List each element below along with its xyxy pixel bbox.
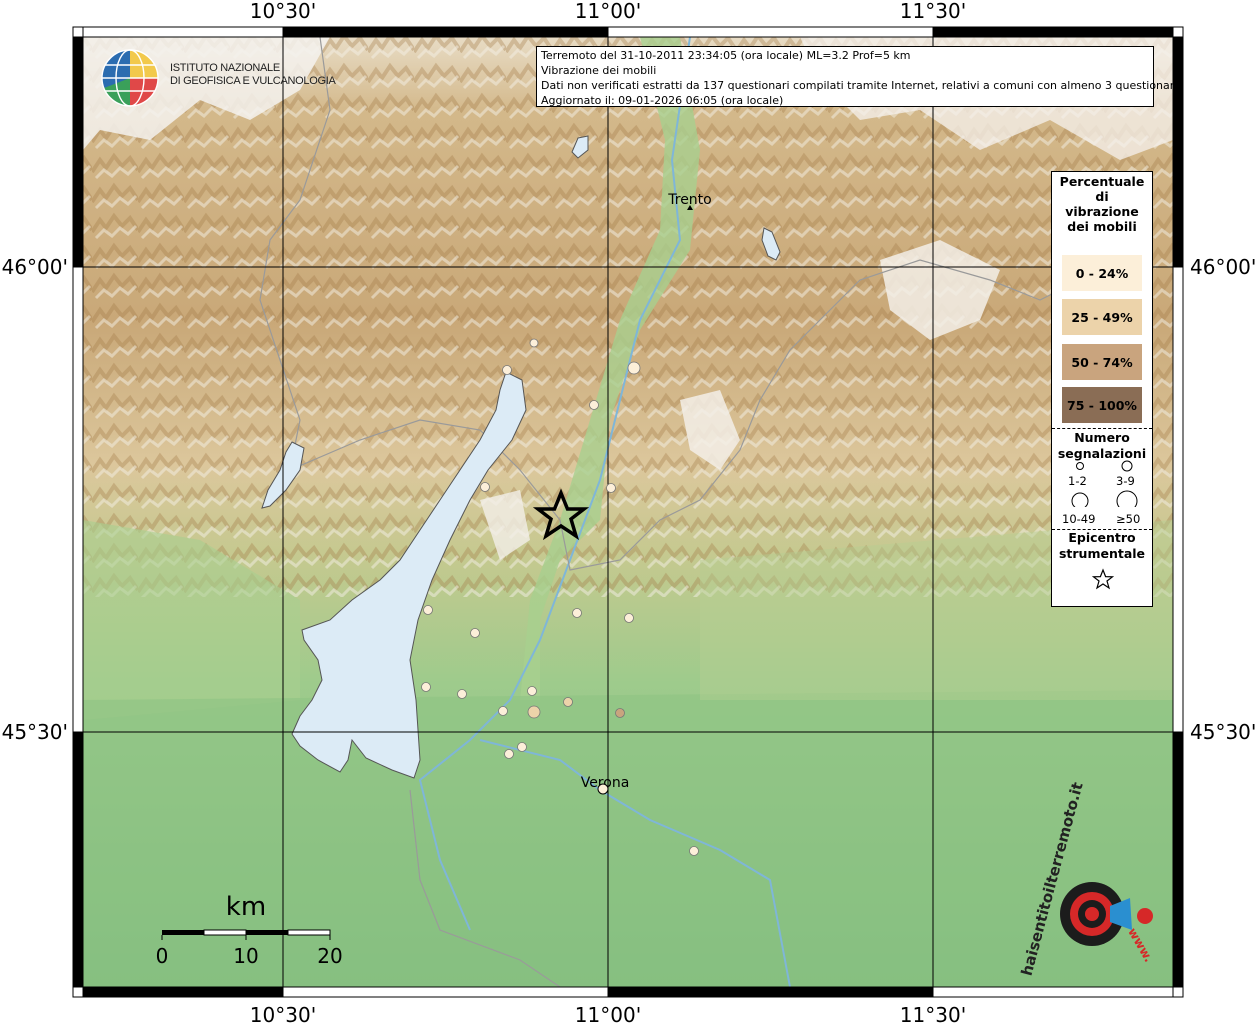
legend-class-2-label: 25 - 49% <box>1071 309 1133 325</box>
observation-marker <box>502 365 512 375</box>
scale-title: km <box>226 892 266 922</box>
lon-tick-top-2: 11°00' <box>575 0 641 23</box>
observation-marker <box>498 706 508 716</box>
observation-marker <box>527 705 541 719</box>
legend-size-label-1: 1-2 <box>1068 474 1087 488</box>
legend-separator <box>1052 428 1152 429</box>
lat-tick-right-1: 46°00' <box>1190 255 1255 279</box>
legend: Percentuale di vibrazione dei mobili 0 -… <box>1051 171 1153 607</box>
observation-marker <box>457 689 467 699</box>
observation-marker <box>624 613 634 623</box>
lon-tick-bottom-1: 10°30' <box>250 1003 316 1024</box>
event-info-line1: Terremoto del 31-10-2011 23:34:05 (ora l… <box>541 49 911 62</box>
scale-tick-20: 20 <box>317 944 342 968</box>
ingv-name: ISTITUTO NAZIONALE DI GEOFISICA E VULCAN… <box>170 62 336 88</box>
legend-size-label-4: ≥50 <box>1116 512 1141 526</box>
legend-class-4: 75 - 100% <box>1062 387 1142 423</box>
event-info-line2: Vibrazione dei mobili <box>541 64 657 77</box>
event-info-line3: Dati non verificati estratti da 137 ques… <box>541 79 1181 92</box>
observation-marker <box>470 628 480 638</box>
globe-icon <box>101 49 159 107</box>
legend-size-label-2: 3-9 <box>1116 474 1135 488</box>
observation-marker <box>615 708 625 718</box>
haisentito-logo: haisentitoilterremoto.it www. <box>1018 780 1165 978</box>
observation-marker <box>606 483 616 493</box>
lat-tick-left-1: 46°00' <box>2 255 68 279</box>
lat-tick-right-2: 45°30' <box>1190 720 1255 744</box>
observation-marker <box>421 682 431 692</box>
lon-tick-bottom-2: 11°00' <box>575 1003 641 1024</box>
legend-class-4-label: 75 - 100% <box>1067 397 1137 413</box>
event-info-line4: Aggiornato il: 09-01-2026 06:05 (ora loc… <box>541 94 784 107</box>
legend-class-1-label: 0 - 24% <box>1075 265 1129 281</box>
terrain-layer <box>83 37 1173 987</box>
legend-title: Percentuale di vibrazione dei mobili <box>1059 174 1145 234</box>
scale-tick-10: 10 <box>233 944 258 968</box>
legend-epicenter-title: Epicentro strumentale <box>1058 530 1146 561</box>
lon-tick-top-1: 10°30' <box>250 0 316 23</box>
legend-class-2: 25 - 49% <box>1062 299 1142 335</box>
observation-marker <box>589 400 599 410</box>
city-trento: Trento <box>667 192 712 210</box>
lon-tick-bottom-3: 11°30' <box>900 1003 966 1024</box>
legend-size-label-3: 10-49 <box>1062 512 1096 526</box>
observation-marker <box>689 846 699 856</box>
ingv-name-line2: DI GEOFISICA E VULCANOLOGIA <box>170 75 336 87</box>
observation-marker <box>627 361 641 375</box>
observation-marker <box>527 686 537 696</box>
city-label-trento: Trento <box>667 192 711 208</box>
observation-marker <box>504 749 514 759</box>
observation-marker <box>423 605 433 615</box>
legend-class-1: 0 - 24% <box>1062 255 1142 291</box>
observation-marker <box>563 697 573 707</box>
observation-marker <box>572 608 582 618</box>
observation-marker <box>529 338 539 348</box>
legend-class-3-label: 50 - 74% <box>1071 354 1133 370</box>
observation-marker <box>480 482 490 492</box>
map-figure: 10°30' 11°00' 11°30' 10°30' 11°00' 11°30… <box>0 0 1255 1027</box>
ingv-name-line1: ISTITUTO NAZIONALE <box>170 62 280 74</box>
event-info-box: Terremoto del 31-10-2011 23:34:05 (ora l… <box>536 46 1181 107</box>
scale-tick-0: 0 <box>156 944 169 968</box>
legend-class-3: 50 - 74% <box>1062 344 1142 380</box>
lon-tick-top-3: 11°30' <box>900 0 966 23</box>
lat-tick-left-2: 45°30' <box>2 720 68 744</box>
legend-star-icon <box>1092 568 1114 590</box>
observation-marker <box>517 742 527 752</box>
